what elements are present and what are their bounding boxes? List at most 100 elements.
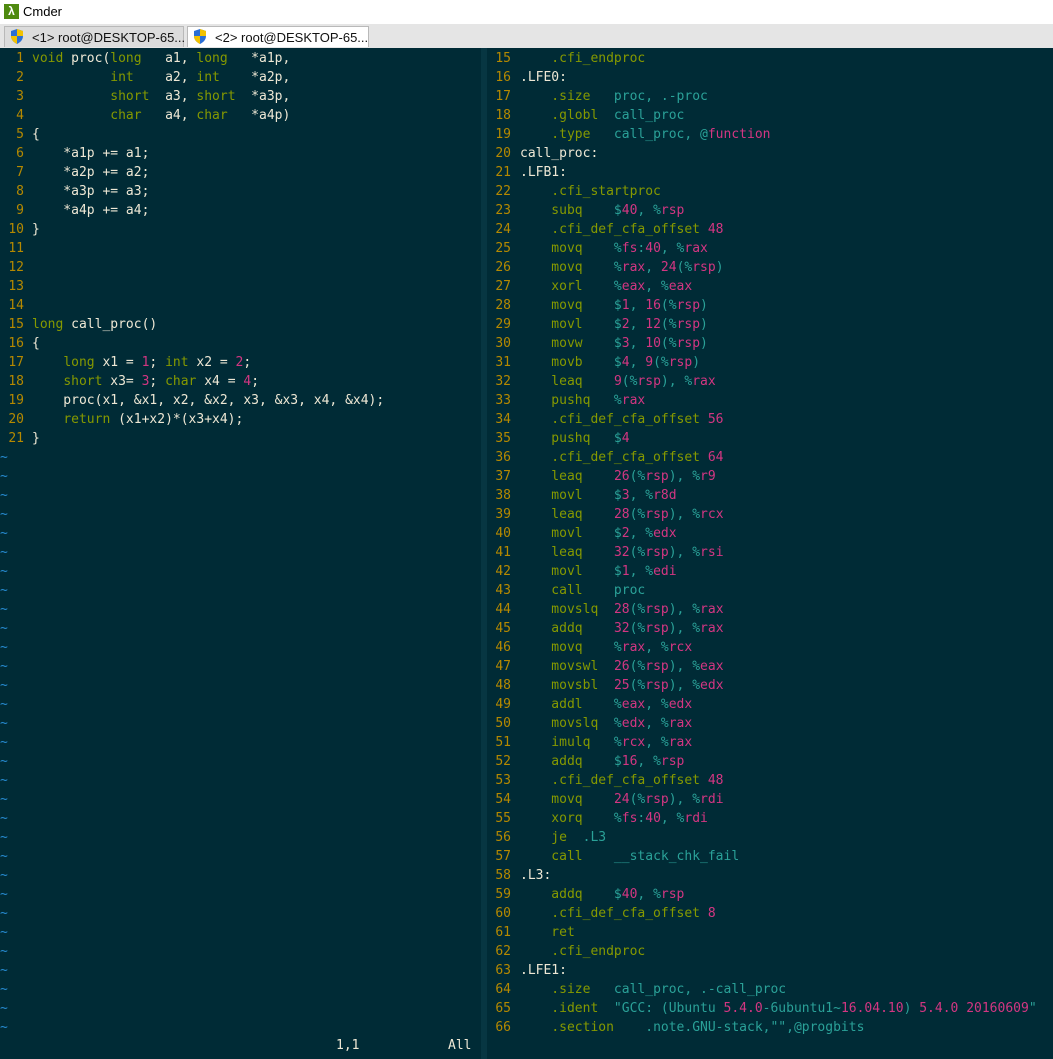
- code-line[interactable]: 64 .size call_proc, .-call_proc: [487, 980, 786, 999]
- code-token: eax: [668, 279, 693, 294]
- code-line[interactable]: 8 *a3p += a3;: [0, 182, 149, 201]
- code-line[interactable]: 40 movl $2, %edx: [487, 524, 676, 543]
- code-line[interactable]: 15 long call_proc(): [0, 315, 157, 334]
- code-line[interactable]: 21 .LFB1:: [487, 163, 567, 182]
- code-token: .LFE1:: [520, 963, 567, 978]
- code-line[interactable]: 45 addq 32(%rsp), %rax: [487, 619, 723, 638]
- code-line[interactable]: 11: [0, 239, 24, 258]
- empty-line-marker: ~: [0, 792, 8, 807]
- code-token: rsp: [645, 621, 669, 636]
- code-line[interactable]: 44 movslq 28(%rsp), %rax: [487, 600, 723, 619]
- code-token: (%: [660, 336, 677, 351]
- code-line[interactable]: 12: [0, 258, 24, 277]
- code-token: __stack_chk_fail: [582, 849, 740, 864]
- code-line[interactable]: 56 je .L3: [487, 828, 606, 847]
- code-line[interactable]: 3 short a3, short *a3p,: [0, 87, 290, 106]
- code-line[interactable]: 54 movq 24(%rsp), %rdi: [487, 790, 723, 809]
- code-line[interactable]: 42 movl $1, %edi: [487, 562, 676, 581]
- code-line[interactable]: 48 movsbl 25(%rsp), %edx: [487, 676, 723, 695]
- code-line[interactable]: 32 leaq 9(%rsp), %rax: [487, 372, 715, 391]
- code-line[interactable]: 38 movl $3, %r8d: [487, 486, 676, 505]
- code-line[interactable]: 28 movq $1, 16(%rsp): [487, 296, 708, 315]
- code-line[interactable]: 13: [0, 277, 24, 296]
- code-line[interactable]: 36 .cfi_def_cfa_offset 64: [487, 448, 723, 467]
- code-line[interactable]: 65 .ident "GCC: (Ubuntu 5.4.0-6ubuntu1~1…: [487, 999, 1036, 1018]
- code-line[interactable]: 1 void proc(long a1, long *a1p,: [0, 49, 290, 68]
- code-token: ), %: [668, 621, 701, 636]
- code-line[interactable]: 17 long x1 = 1; int x2 = 2;: [0, 353, 251, 372]
- code-token: edx: [668, 697, 693, 712]
- code-line[interactable]: 4 char a4, char *a4p): [0, 106, 290, 125]
- code-line[interactable]: 49 addl %eax, %edx: [487, 695, 692, 714]
- code-line[interactable]: 59 addq $40, %rsp: [487, 885, 684, 904]
- code-line[interactable]: 27 xorl %eax, %eax: [487, 277, 692, 296]
- code-line[interactable]: 15 .cfi_endproc: [487, 49, 645, 68]
- code-line[interactable]: 53 .cfi_def_cfa_offset 48: [487, 771, 723, 790]
- code-token: rax: [692, 374, 716, 389]
- line-number: 42: [495, 564, 511, 579]
- code-line[interactable]: 20 call_proc:: [487, 144, 598, 163]
- code-line[interactable]: 37 leaq 26(%rsp), %r9: [487, 467, 715, 486]
- code-line[interactable]: 55 xorq %fs:40, %rdi: [487, 809, 708, 828]
- code-line[interactable]: 26 movq %rax, 24(%rsp): [487, 258, 723, 277]
- code-line[interactable]: 60 .cfi_def_cfa_offset 8: [487, 904, 715, 923]
- code-line[interactable]: 19 .type call_proc, @function: [487, 125, 770, 144]
- code-line[interactable]: 24 .cfi_def_cfa_offset 48: [487, 220, 723, 239]
- cursor-position: 1,1: [336, 1038, 360, 1053]
- tab-1[interactable]: <1> root@DESKTOP-65...: [4, 26, 185, 47]
- vim-editor-pane-right[interactable]: 15 .cfi_endproc 16 .LFE0: 17 .size proc, .-…: [487, 48, 1053, 1059]
- code-line[interactable]: 39 leaq 28(%rsp), %rcx: [487, 505, 723, 524]
- code-line[interactable]: 35 pushq $4: [487, 429, 629, 448]
- code-line[interactable]: 5{: [0, 125, 40, 144]
- code-token: addq: [520, 621, 583, 636]
- code-line[interactable]: 47 movswl 26(%rsp), %eax: [487, 657, 723, 676]
- empty-line-marker: ~: [0, 1001, 8, 1016]
- code-line[interactable]: 46 movq %rax, %rcx: [487, 638, 692, 657]
- code-line[interactable]: 21}: [0, 429, 39, 448]
- code-text: movb $4, 9(%rsp): [520, 353, 700, 372]
- code-line[interactable]: 2 int a2, int *a2p,: [0, 68, 290, 87]
- code-line[interactable]: 33 pushq %rax: [487, 391, 645, 410]
- code-token: movw: [520, 336, 583, 351]
- code-line[interactable]: 18 .globl call_proc: [487, 106, 684, 125]
- code-line[interactable]: 9 *a4p += a4;: [0, 201, 149, 220]
- code-line[interactable]: 51 imulq %rcx, %rax: [487, 733, 692, 752]
- code-line[interactable]: 34 .cfi_def_cfa_offset 56: [487, 410, 723, 429]
- code-line[interactable]: 62 .cfi_endproc: [487, 942, 645, 961]
- code-token: .cfi_def_cfa_offset: [520, 222, 708, 237]
- vim-editor-pane-left[interactable]: 1,1 All 1 void proc(long a1, long *a1p, 2 …: [0, 48, 481, 1059]
- code-line[interactable]: 18 short x3= 3; char x4 = 4;: [0, 372, 259, 391]
- code-line[interactable]: 17 .size proc, .-proc: [487, 87, 708, 106]
- code-line[interactable]: 7 *a2p += a2;: [0, 163, 149, 182]
- code-line[interactable]: 52 addq $16, %rsp: [487, 752, 684, 771]
- code-line[interactable]: 43 call proc: [487, 581, 645, 600]
- code-line[interactable]: 10}: [0, 220, 39, 239]
- code-line[interactable]: 16 {: [0, 334, 39, 353]
- line-number: 11: [8, 241, 24, 256]
- empty-line-marker: ~: [0, 488, 8, 503]
- code-line[interactable]: 16 .LFE0:: [487, 68, 567, 87]
- code-line[interactable]: 50 movslq %edx, %rax: [487, 714, 692, 733]
- code-line[interactable]: 25 movq %fs:40, %rax: [487, 239, 708, 258]
- code-line[interactable]: 29 movl $2, 12(%rsp): [487, 315, 708, 334]
- tab-2[interactable]: <2> root@DESKTOP-65...: [187, 26, 369, 47]
- code-line[interactable]: 30 movw $3, 10(%rsp): [487, 334, 708, 353]
- code-line[interactable]: 14: [0, 296, 24, 315]
- code-line[interactable]: 19 proc(x1, &x1, x2, &x2, x3, &x3, x4, &…: [0, 391, 384, 410]
- code-line[interactable]: 23 subq $40, %rsp: [487, 201, 684, 220]
- code-line[interactable]: 20 return (x1+x2)*(x3+x4);: [0, 410, 243, 429]
- code-line[interactable]: 41 leaq 32(%rsp), %rsi: [487, 543, 723, 562]
- code-line[interactable]: 58 .L3:: [487, 866, 551, 885]
- code-line[interactable]: 66 .section .note.GNU-stack,"",@progbits: [487, 1018, 864, 1037]
- code-line[interactable]: 63 .LFE1:: [487, 961, 567, 980]
- code-line[interactable]: 22 .cfi_startproc: [487, 182, 661, 201]
- code-line[interactable]: 57 call __stack_chk_fail: [487, 847, 739, 866]
- code-line[interactable]: 6 *a1p += a1;: [0, 144, 149, 163]
- code-line[interactable]: 31 movb $4, 9(%rsp): [487, 353, 700, 372]
- code-line[interactable]: 61 ret: [487, 923, 574, 942]
- cmder-lambda-icon: λ: [4, 4, 19, 19]
- code-token: fs: [621, 811, 638, 826]
